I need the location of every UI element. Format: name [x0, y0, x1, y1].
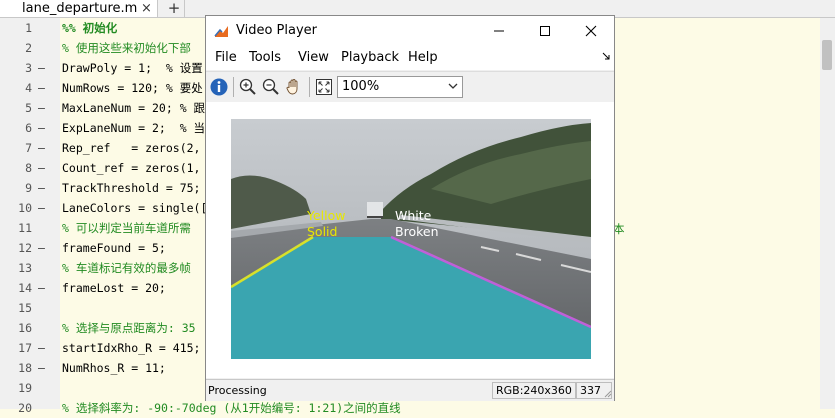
zoom-level-select[interactable]: 100% — [337, 76, 463, 98]
line-number: 15 — [18, 301, 32, 315]
code-text: frameFound = 5; — [62, 241, 166, 255]
line-number: 6 — [25, 121, 32, 135]
breakpoint-marker[interactable]: – — [38, 58, 45, 78]
video-player-statusbar: Processing RGB:240x360 337 — [206, 379, 614, 401]
close-button[interactable] — [568, 16, 614, 46]
maximize-icon — [540, 26, 550, 36]
code-text: TrackThreshold = 75; — [62, 181, 201, 195]
editor-scrollbar-thumb[interactable] — [822, 40, 832, 70]
new-tab-button[interactable]: + — [164, 0, 185, 17]
video-player-menubar: File Tools View Playback Help — [206, 46, 614, 70]
video-player-titlebar[interactable]: Video Player — [206, 16, 614, 46]
zoom-out-icon[interactable] — [261, 77, 281, 97]
line-number: 12 — [18, 241, 32, 255]
menu-help[interactable]: Help — [408, 46, 438, 70]
line-number: 16 — [18, 321, 32, 335]
code-text: Count_ref = zeros(1, — [62, 161, 201, 175]
line-number: 18 — [18, 361, 32, 375]
code-text: % 选择斜率为: -90:-70deg (从1开始编号: 1:21)之间的直线 — [62, 401, 401, 415]
code-text: % 可以判定当前车道所需 — [62, 221, 191, 235]
breakpoint-marker[interactable]: – — [38, 338, 45, 358]
breakpoint-marker[interactable]: – — [38, 118, 45, 138]
editor-tab-lane-departure[interactable]: lane_departure.m × — [0, 0, 158, 17]
code-text: % 选择与原点距离为: 35 — [62, 321, 196, 335]
menu-tools[interactable]: Tools — [249, 46, 281, 70]
breakpoint-marker[interactable]: – — [38, 78, 45, 98]
fit-to-window-icon[interactable] — [314, 77, 334, 97]
code-line[interactable]: 20 % 选择斜率为: -90:-70deg (从1开始编号: 1:21)之间的直… — [0, 398, 835, 418]
line-number: 10 — [18, 201, 32, 215]
matlab-app-icon — [214, 24, 229, 39]
code-text: ExpLaneNum = 2; % 当 — [62, 121, 206, 135]
zoom-in-icon[interactable] — [238, 77, 258, 97]
zoom-level-value: 100% — [342, 79, 380, 94]
line-number: 9 — [25, 181, 32, 195]
line-number: 8 — [25, 161, 32, 175]
code-text: MaxLaneNum = 20; % 跟 — [62, 101, 206, 115]
pan-hand-icon[interactable] — [284, 77, 304, 97]
breakpoint-marker[interactable]: – — [38, 138, 45, 158]
line-number: 7 — [25, 141, 32, 155]
breakpoint-marker[interactable]: – — [38, 158, 45, 178]
breakpoint-marker[interactable]: – — [38, 278, 45, 298]
window-title: Video Player — [236, 23, 318, 38]
code-text: %% 初始化 — [62, 21, 118, 35]
line-number: 20 — [18, 401, 32, 415]
menubar-dock-arrow-icon[interactable] — [602, 52, 610, 60]
menu-file[interactable]: File — [215, 46, 237, 70]
line-number: 5 — [25, 101, 32, 115]
breakpoint-marker[interactable]: – — [38, 198, 45, 218]
code-text: frameLost = 20; — [62, 281, 166, 295]
video-player-toolbar: 100% — [206, 71, 614, 103]
line-number: 17 — [18, 341, 32, 355]
minimize-icon — [494, 30, 504, 32]
menu-view[interactable]: View — [298, 46, 329, 70]
tab-label: lane_departure.m — [22, 1, 138, 16]
right-lane-label-type: White — [395, 208, 432, 223]
tab-close-icon[interactable]: × — [141, 0, 152, 17]
code-text: startIdxRho_R = 415; — [62, 341, 201, 355]
line-number: 1 — [25, 21, 32, 35]
line-number: 19 — [18, 381, 32, 395]
left-lane-label-type: Yellow — [306, 208, 345, 223]
status-resolution: RGB:240x360 — [492, 382, 576, 399]
code-text: % 使用这些来初始化下部 — [62, 41, 191, 55]
breakpoint-marker[interactable]: – — [38, 98, 45, 118]
toolbar-separator — [309, 77, 310, 97]
breakpoint-marker[interactable]: – — [38, 358, 45, 378]
line-number: 14 — [18, 281, 32, 295]
code-text: NumRows = 120; % 要处 — [62, 81, 203, 95]
video-frame: Yellow Solid White Broken — [231, 119, 591, 359]
right-lane-label-style: Broken — [395, 224, 439, 239]
maximize-button[interactable] — [522, 16, 568, 46]
line-number: 3 — [25, 61, 32, 75]
close-icon — [585, 25, 597, 37]
video-display-area: Yellow Solid White Broken — [206, 102, 614, 378]
breakpoint-marker[interactable]: – — [38, 178, 45, 198]
line-number: 4 — [25, 81, 32, 95]
left-lane-label-style: Solid — [307, 224, 337, 239]
line-number: 11 — [18, 221, 32, 235]
code-text: LaneColors = single([ — [62, 201, 208, 215]
minimize-button[interactable] — [476, 16, 522, 46]
info-icon[interactable] — [209, 77, 229, 97]
line-number: 2 — [25, 41, 32, 55]
code-text: NumRhos_R = 11; — [62, 361, 166, 375]
resize-grip-icon[interactable] — [602, 388, 612, 398]
code-text: DrawPoly = 1; % 设置 — [62, 61, 203, 75]
toolbar-separator — [233, 77, 234, 97]
editor-scrollbar[interactable] — [820, 18, 835, 409]
breakpoint-marker[interactable]: – — [38, 238, 45, 258]
code-text: Rep_ref = zeros(2, — [62, 141, 201, 155]
line-number: 13 — [18, 261, 32, 275]
video-player-window: Video Player File Tools View Playback He… — [205, 15, 615, 401]
status-text: Processing — [208, 384, 267, 397]
chevron-down-icon — [448, 83, 458, 89]
menu-playback[interactable]: Playback — [341, 46, 399, 70]
code-text: % 车道标记有效的最多帧 — [62, 261, 191, 275]
